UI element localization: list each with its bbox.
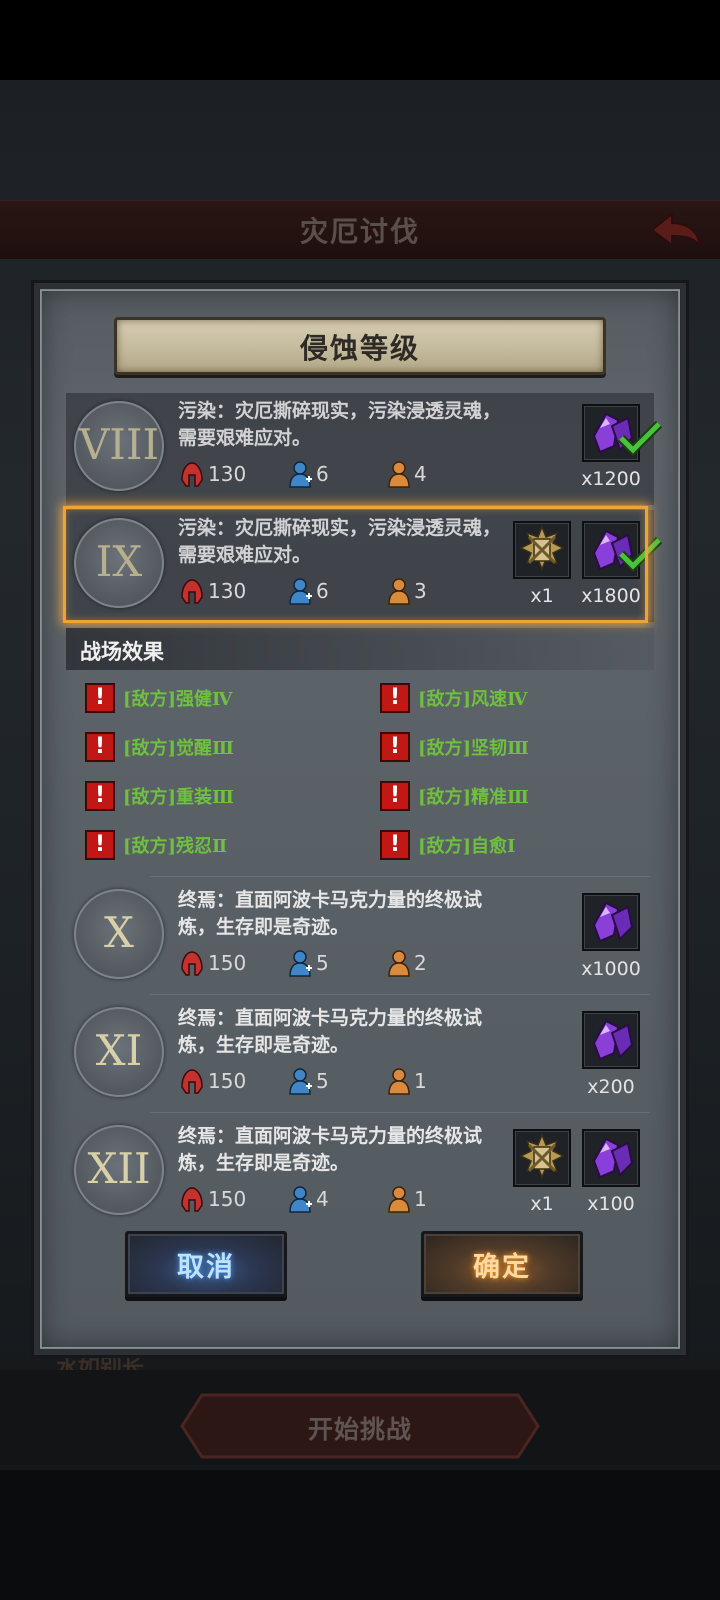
helmet-value: 150 (208, 1187, 247, 1211)
warning-icon: ! (380, 683, 410, 713)
warning-icon: ! (380, 830, 410, 860)
blue-person-icon (289, 1186, 312, 1213)
level-numeral: XII (87, 1144, 151, 1193)
effect-item: ! [敌方]觉醒Ⅲ (85, 732, 234, 762)
row-divider (150, 876, 650, 877)
effect-item: ! [敌方]重装Ⅲ (85, 781, 234, 811)
effect-label: [敌方]强健Ⅳ (123, 689, 233, 710)
background-header-title: 灾厄讨伐 (299, 215, 420, 248)
level-numeral: XI (95, 1026, 143, 1075)
cancel-button-label[interactable]: 取消 (125, 1245, 287, 1284)
purple-crystal-icon (592, 901, 634, 943)
level-numeral: VIII (78, 420, 160, 469)
golden-emblem-icon (519, 1132, 565, 1180)
level-description: 终焉：直面阿波卡马克力量的终极试 炼，生存即是奇迹。 (178, 889, 483, 938)
level-description: 污染：灾厄撕碎现实，污染浸透灵魂， 需要艰难应对。 (178, 400, 502, 449)
reward-count: x100 (587, 1193, 635, 1215)
reward-count: x1 (530, 1193, 554, 1215)
reward-count: x1200 (581, 468, 641, 490)
red-helmet-icon (181, 951, 203, 976)
warning-icon: ! (85, 683, 115, 713)
effect-item: ! [敌方]精准Ⅲ (380, 781, 529, 811)
purple-crystal-icon (592, 1137, 634, 1179)
effect-item: ! [敌方]残忍Ⅱ (85, 830, 227, 860)
selected-level-highlight (63, 506, 648, 623)
blue-person-value: 5 (316, 1069, 329, 1093)
dialog-title: 侵蚀等级 (299, 332, 420, 365)
effect-item: ! [敌方]坚韧Ⅲ (380, 732, 529, 762)
row-divider (150, 1112, 650, 1113)
effect-label: [敌方]残忍Ⅱ (123, 836, 228, 857)
warning-icon: ! (380, 781, 410, 811)
blue-person-icon (289, 950, 312, 977)
warning-icon: ! (380, 732, 410, 762)
level-description: 终焉：直面阿波卡马克力量的终极试 炼，生存即是奇迹。 (178, 1007, 483, 1056)
red-helmet-icon (181, 462, 203, 487)
reward-count: x1000 (581, 958, 641, 980)
effect-item: ! [敌方]风速Ⅳ (380, 683, 527, 713)
status-bar-area (0, 0, 720, 80)
helmet-value: 150 (208, 951, 247, 975)
helmet-value: 150 (208, 1069, 247, 1093)
effect-label: [敌方]坚韧Ⅲ (418, 738, 529, 759)
effect-item: ! [敌方]自愈Ⅰ (380, 830, 515, 860)
orange-person-value: 1 (414, 1187, 427, 1211)
reward-count: x200 (587, 1076, 635, 1098)
blue-person-value: 4 (316, 1187, 329, 1211)
helmet-value: 130 (208, 462, 247, 486)
back-arrow-icon[interactable] (650, 210, 702, 250)
level-numeral: X (104, 908, 134, 957)
effect-label: [敌方]精准Ⅲ (418, 787, 529, 808)
warning-icon: ! (85, 781, 115, 811)
orange-person-value: 4 (414, 462, 427, 486)
level-description: 终焉：直面阿波卡马克力量的终极试 炼，生存即是奇迹。 (178, 1125, 483, 1174)
effect-label: [敌方]风速Ⅳ (418, 689, 528, 710)
orange-person-value: 1 (414, 1069, 427, 1093)
row-divider (150, 994, 650, 995)
confirm-button-label[interactable]: 确定 (421, 1245, 583, 1284)
blue-person-icon (289, 1068, 312, 1095)
battlefield-effects-title: 战场效果 (80, 640, 164, 664)
blue-person-value: 6 (316, 462, 329, 486)
orange-person-icon (388, 1186, 410, 1213)
start-challenge-button[interactable]: 开始挑战 (180, 1410, 540, 1446)
claimed-check-icon (618, 420, 662, 456)
orange-person-icon (388, 461, 410, 488)
reward-item[interactable] (582, 1011, 640, 1069)
effect-label: [敌方]自愈Ⅰ (418, 836, 516, 857)
warning-icon: ! (85, 830, 115, 860)
reward-item[interactable] (582, 1129, 640, 1187)
warning-icon: ! (85, 732, 115, 762)
effect-label: [敌方]重装Ⅲ (123, 787, 234, 808)
effect-item: ! [敌方]强健Ⅳ (85, 683, 232, 713)
reward-item[interactable] (513, 1129, 571, 1187)
red-helmet-icon (181, 1069, 203, 1094)
red-helmet-icon (181, 1187, 203, 1212)
orange-person-icon (388, 1068, 410, 1095)
effect-label: [敌方]觉醒Ⅲ (123, 738, 234, 759)
orange-person-icon (388, 950, 410, 977)
reward-item[interactable] (582, 893, 640, 951)
purple-crystal-icon (592, 1019, 634, 1061)
orange-person-value: 2 (414, 951, 427, 975)
blue-person-value: 5 (316, 951, 329, 975)
blue-person-icon (289, 461, 312, 488)
